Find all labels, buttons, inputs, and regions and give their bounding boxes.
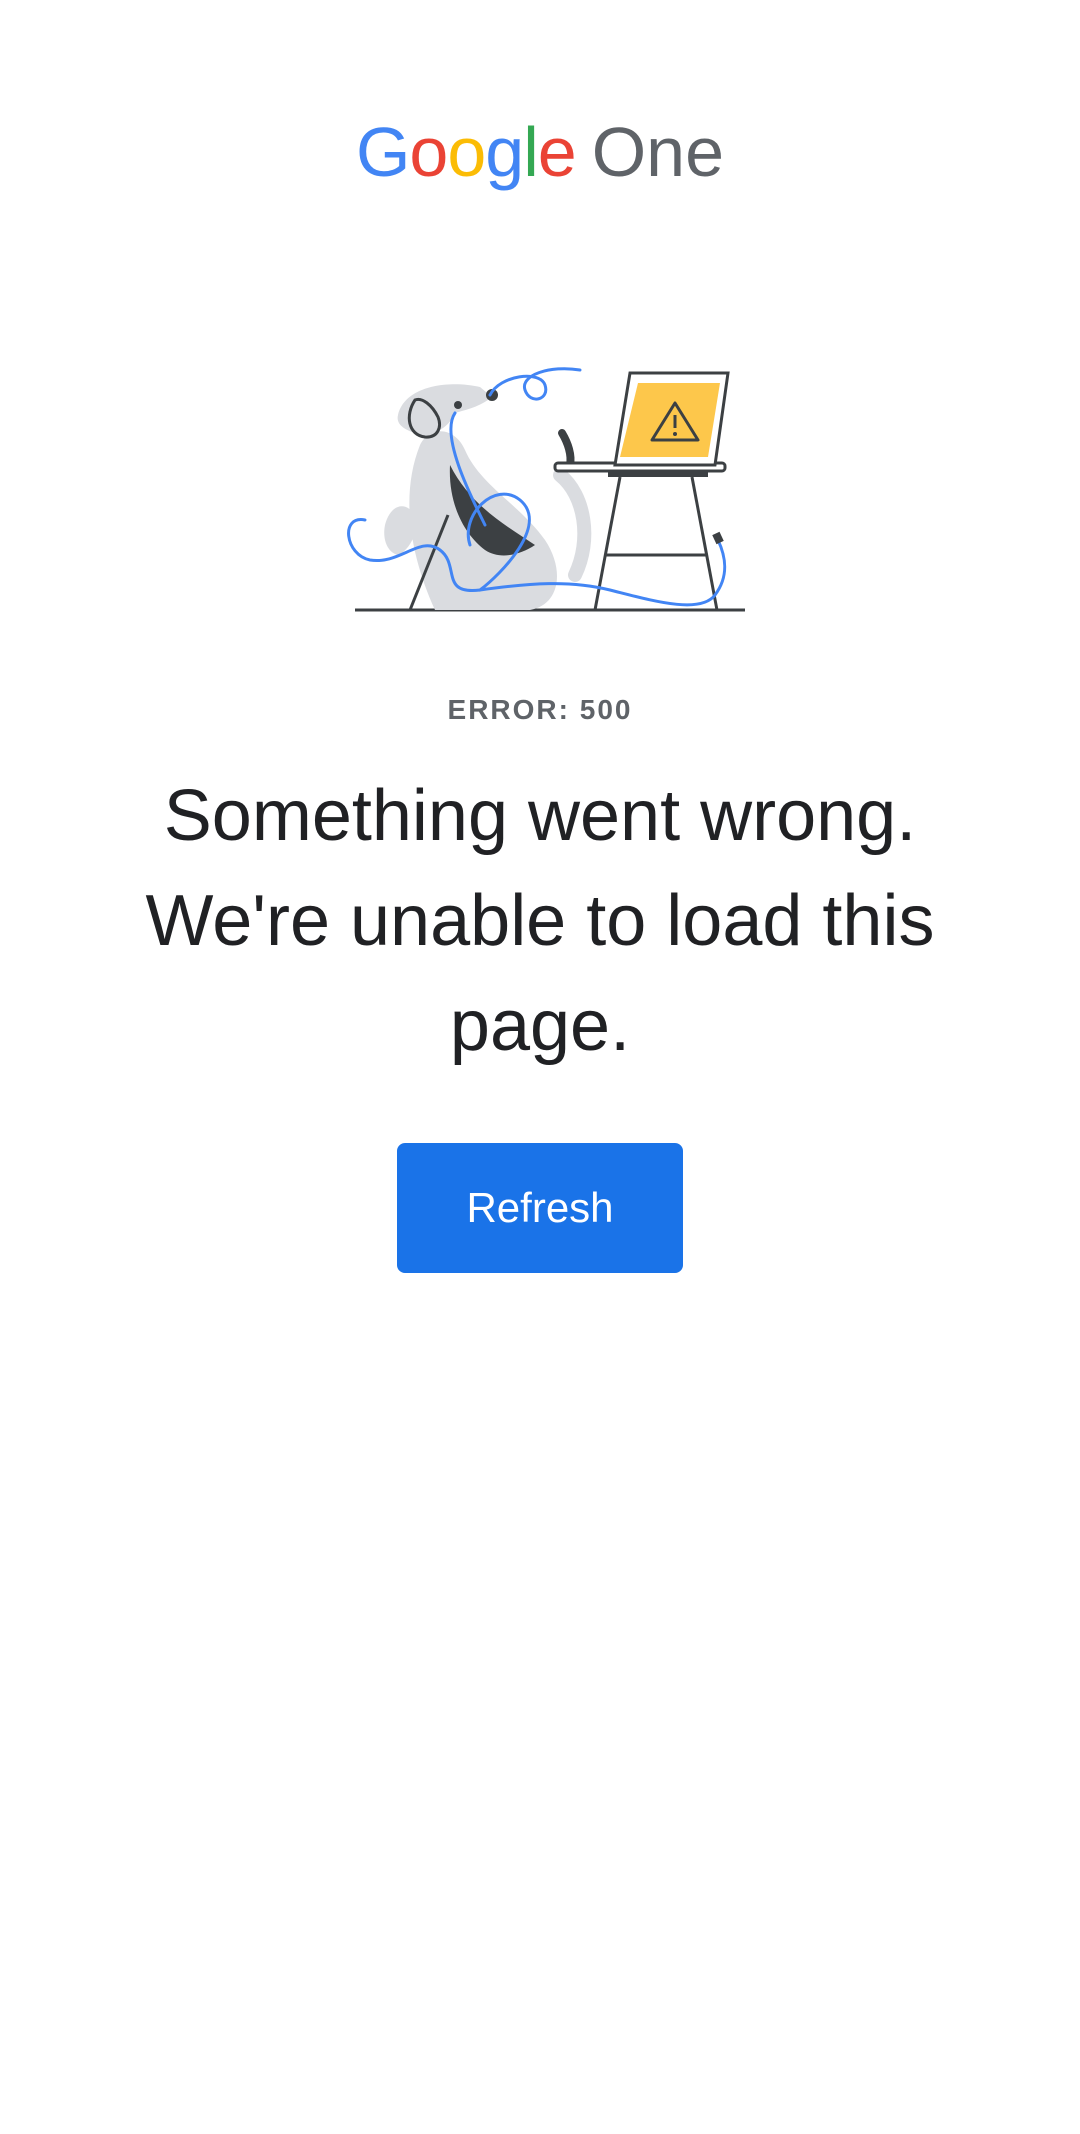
logo-letter-g: G [355, 113, 410, 191]
logo-product-name: One [591, 113, 725, 191]
error-code: ERROR: 500 [447, 694, 633, 725]
dog-with-broken-laptop-illustration [347, 367, 745, 612]
logo-letter-e: e [537, 113, 577, 191]
google-one-logo: Google One [0, 112, 1080, 192]
logo-letter-o2: o [447, 113, 486, 191]
error-headline: Something went wrong. We're unable to lo… [145, 776, 935, 1066]
refresh-button[interactable]: Refresh [397, 1143, 683, 1273]
logo-letter-o1: o [409, 113, 448, 191]
logo-letter-g2: g [485, 113, 524, 191]
logo-letter-l: l [523, 113, 539, 191]
